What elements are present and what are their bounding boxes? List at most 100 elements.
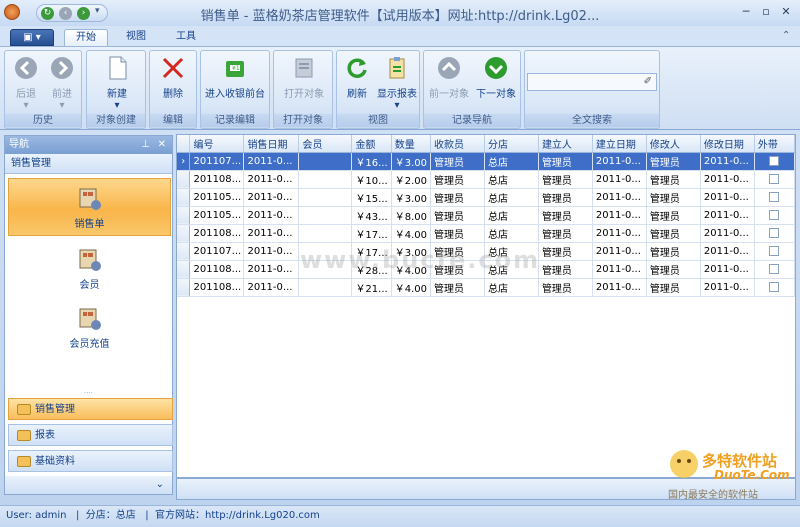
forward-button[interactable]: 前进 ▾ (45, 55, 79, 111)
table-cell[interactable]: 总店 (484, 224, 539, 243)
column-header[interactable]: 数量 (391, 135, 431, 153)
delete-button[interactable]: 删除 (154, 55, 192, 100)
table-row[interactable]: › 201107... 2011-0... ￥16... ￥3.00 管理员 总店 管理员 20… (177, 152, 795, 171)
table-cell[interactable]: ￥21... (351, 278, 392, 297)
table-cell[interactable]: 管理员 (538, 242, 593, 261)
table-cell[interactable]: ￥4.00 (391, 278, 431, 297)
table-cell[interactable]: 2011-0... (700, 188, 755, 207)
search-eraser-icon[interactable]: ✐ (644, 76, 652, 87)
row-indicator[interactable] (177, 224, 191, 243)
table-cell[interactable]: 2011-0... (592, 278, 647, 297)
table-cell[interactable]: 201105... (189, 188, 245, 207)
table-row[interactable]: 201108... 2011-0... ￥21... ￥4.00 管理员 总店 管理员 201… (177, 278, 795, 297)
column-header[interactable]: 外带 (754, 135, 795, 153)
table-cell[interactable]: 管理员 (646, 152, 701, 171)
nav-group-basic-data[interactable]: 基础资料 (8, 450, 173, 472)
table-cell[interactable]: 2011-0... (592, 170, 647, 189)
table-cell[interactable]: 2011-0... (592, 224, 647, 243)
previous-object-button[interactable]: 前一对象 (427, 55, 471, 100)
column-header[interactable]: 建立日期 (592, 135, 647, 153)
column-header[interactable]: 编号 (189, 135, 245, 153)
row-indicator[interactable] (177, 206, 191, 225)
table-cell[interactable]: ￥16... (351, 152, 392, 171)
table-cell[interactable]: 201107... (189, 152, 245, 171)
table-cell[interactable] (298, 188, 353, 207)
table-cell[interactable]: 2011-0... (243, 260, 300, 279)
pin-icon[interactable]: ⊥ (141, 136, 150, 154)
close-button[interactable]: ✕ (776, 5, 796, 19)
takeaway-cell[interactable] (754, 278, 795, 297)
nav-item-member-recharge[interactable]: 会员充值 (8, 299, 171, 357)
nav-item-member[interactable]: 会员 (8, 240, 171, 298)
takeaway-checkbox[interactable] (769, 173, 780, 184)
table-cell[interactable]: 管理员 (538, 278, 593, 297)
table-cell[interactable]: 201105... (189, 206, 245, 225)
table-cell[interactable]: 2011-0... (700, 242, 755, 261)
row-indicator[interactable] (177, 188, 191, 207)
table-row[interactable]: 201108... 2011-0... ￥10... ￥2.00 管理员 总店 管理员 201… (177, 170, 795, 189)
table-cell[interactable]: ￥4.00 (391, 224, 431, 243)
table-cell[interactable] (298, 278, 353, 297)
column-header[interactable]: 修改日期 (700, 135, 755, 153)
nav-item-sales-order[interactable]: 销售单 (8, 178, 171, 236)
table-cell[interactable]: 管理员 (430, 152, 485, 171)
tab-view[interactable]: 视图 (116, 29, 156, 46)
table-cell[interactable]: 2011-0... (700, 278, 755, 297)
takeaway-cell[interactable] (754, 224, 795, 243)
next-object-button[interactable]: 下一对象 (474, 55, 518, 100)
collapse-ribbon-icon[interactable]: ⌃ (782, 30, 790, 41)
table-cell[interactable]: 2011-0... (700, 224, 755, 243)
maximize-button[interactable]: ▫ (756, 5, 776, 19)
column-header[interactable]: 修改人 (646, 135, 701, 153)
table-cell[interactable]: 2011-0... (700, 206, 755, 225)
takeaway-checkbox[interactable] (769, 227, 780, 238)
table-cell[interactable] (298, 152, 353, 171)
table-cell[interactable]: 管理员 (430, 188, 485, 207)
table-cell[interactable]: 管理员 (538, 152, 593, 171)
table-cell[interactable]: 管理员 (646, 278, 701, 297)
table-cell[interactable]: 2011-0... (243, 170, 300, 189)
table-cell[interactable]: 管理员 (538, 206, 593, 225)
table-cell[interactable]: 201107... (189, 242, 245, 261)
table-cell[interactable]: 2011-0... (592, 242, 647, 261)
show-report-button[interactable]: 显示报表 ▾ (375, 55, 419, 111)
nav-group-sales[interactable]: 销售管理 (8, 398, 173, 420)
table-cell[interactable]: 201108... (189, 224, 245, 243)
table-cell[interactable]: 2011-0... (592, 152, 647, 171)
fulltext-search-input[interactable]: ✐ (527, 73, 657, 91)
splitter-grip[interactable]: ···· (5, 390, 172, 397)
table-cell[interactable]: 总店 (484, 152, 539, 171)
row-indicator[interactable] (177, 242, 191, 261)
column-header[interactable]: 金额 (351, 135, 392, 153)
enter-pos-button[interactable]: ¥1 进入收银前台 (203, 55, 267, 100)
column-header[interactable]: 建立人 (538, 135, 593, 153)
table-cell[interactable]: 2011-0... (592, 188, 647, 207)
table-cell[interactable]: 2011-0... (592, 260, 647, 279)
row-indicator[interactable] (177, 260, 191, 279)
table-cell[interactable]: 2011-0... (243, 188, 300, 207)
column-header[interactable]: 会员 (298, 135, 353, 153)
table-cell[interactable]: 管理员 (430, 170, 485, 189)
tab-start[interactable]: 开始 (64, 29, 108, 46)
table-cell[interactable]: 2011-0... (700, 152, 755, 171)
table-cell[interactable]: 管理员 (646, 224, 701, 243)
open-object-button[interactable]: 打开对象 (278, 55, 330, 100)
takeaway-cell[interactable] (754, 152, 795, 171)
tab-tools[interactable]: 工具 (166, 29, 206, 46)
table-cell[interactable]: 2011-0... (243, 278, 300, 297)
table-cell[interactable] (298, 224, 353, 243)
table-row[interactable]: 201105... 2011-0... ￥15... ￥3.00 管理员 总店 管理员 201… (177, 188, 795, 207)
table-cell[interactable]: 总店 (484, 278, 539, 297)
column-header[interactable]: 销售日期 (243, 135, 300, 153)
nav-group-reports[interactable]: 报表 (8, 424, 173, 446)
table-cell[interactable]: ￥3.00 (391, 152, 431, 171)
table-cell[interactable]: 2011-0... (592, 206, 647, 225)
table-cell[interactable]: 总店 (484, 206, 539, 225)
app-menu-button[interactable]: ▣ ▾ (10, 29, 54, 46)
table-cell[interactable]: 总店 (484, 188, 539, 207)
table-row[interactable]: 201105... 2011-0... ￥43... ￥8.00 管理员 总店 管理员 201… (177, 206, 795, 225)
takeaway-cell[interactable] (754, 260, 795, 279)
column-header[interactable]: 分店 (484, 135, 539, 153)
table-cell[interactable]: ￥17... (351, 224, 392, 243)
table-cell[interactable] (298, 170, 353, 189)
